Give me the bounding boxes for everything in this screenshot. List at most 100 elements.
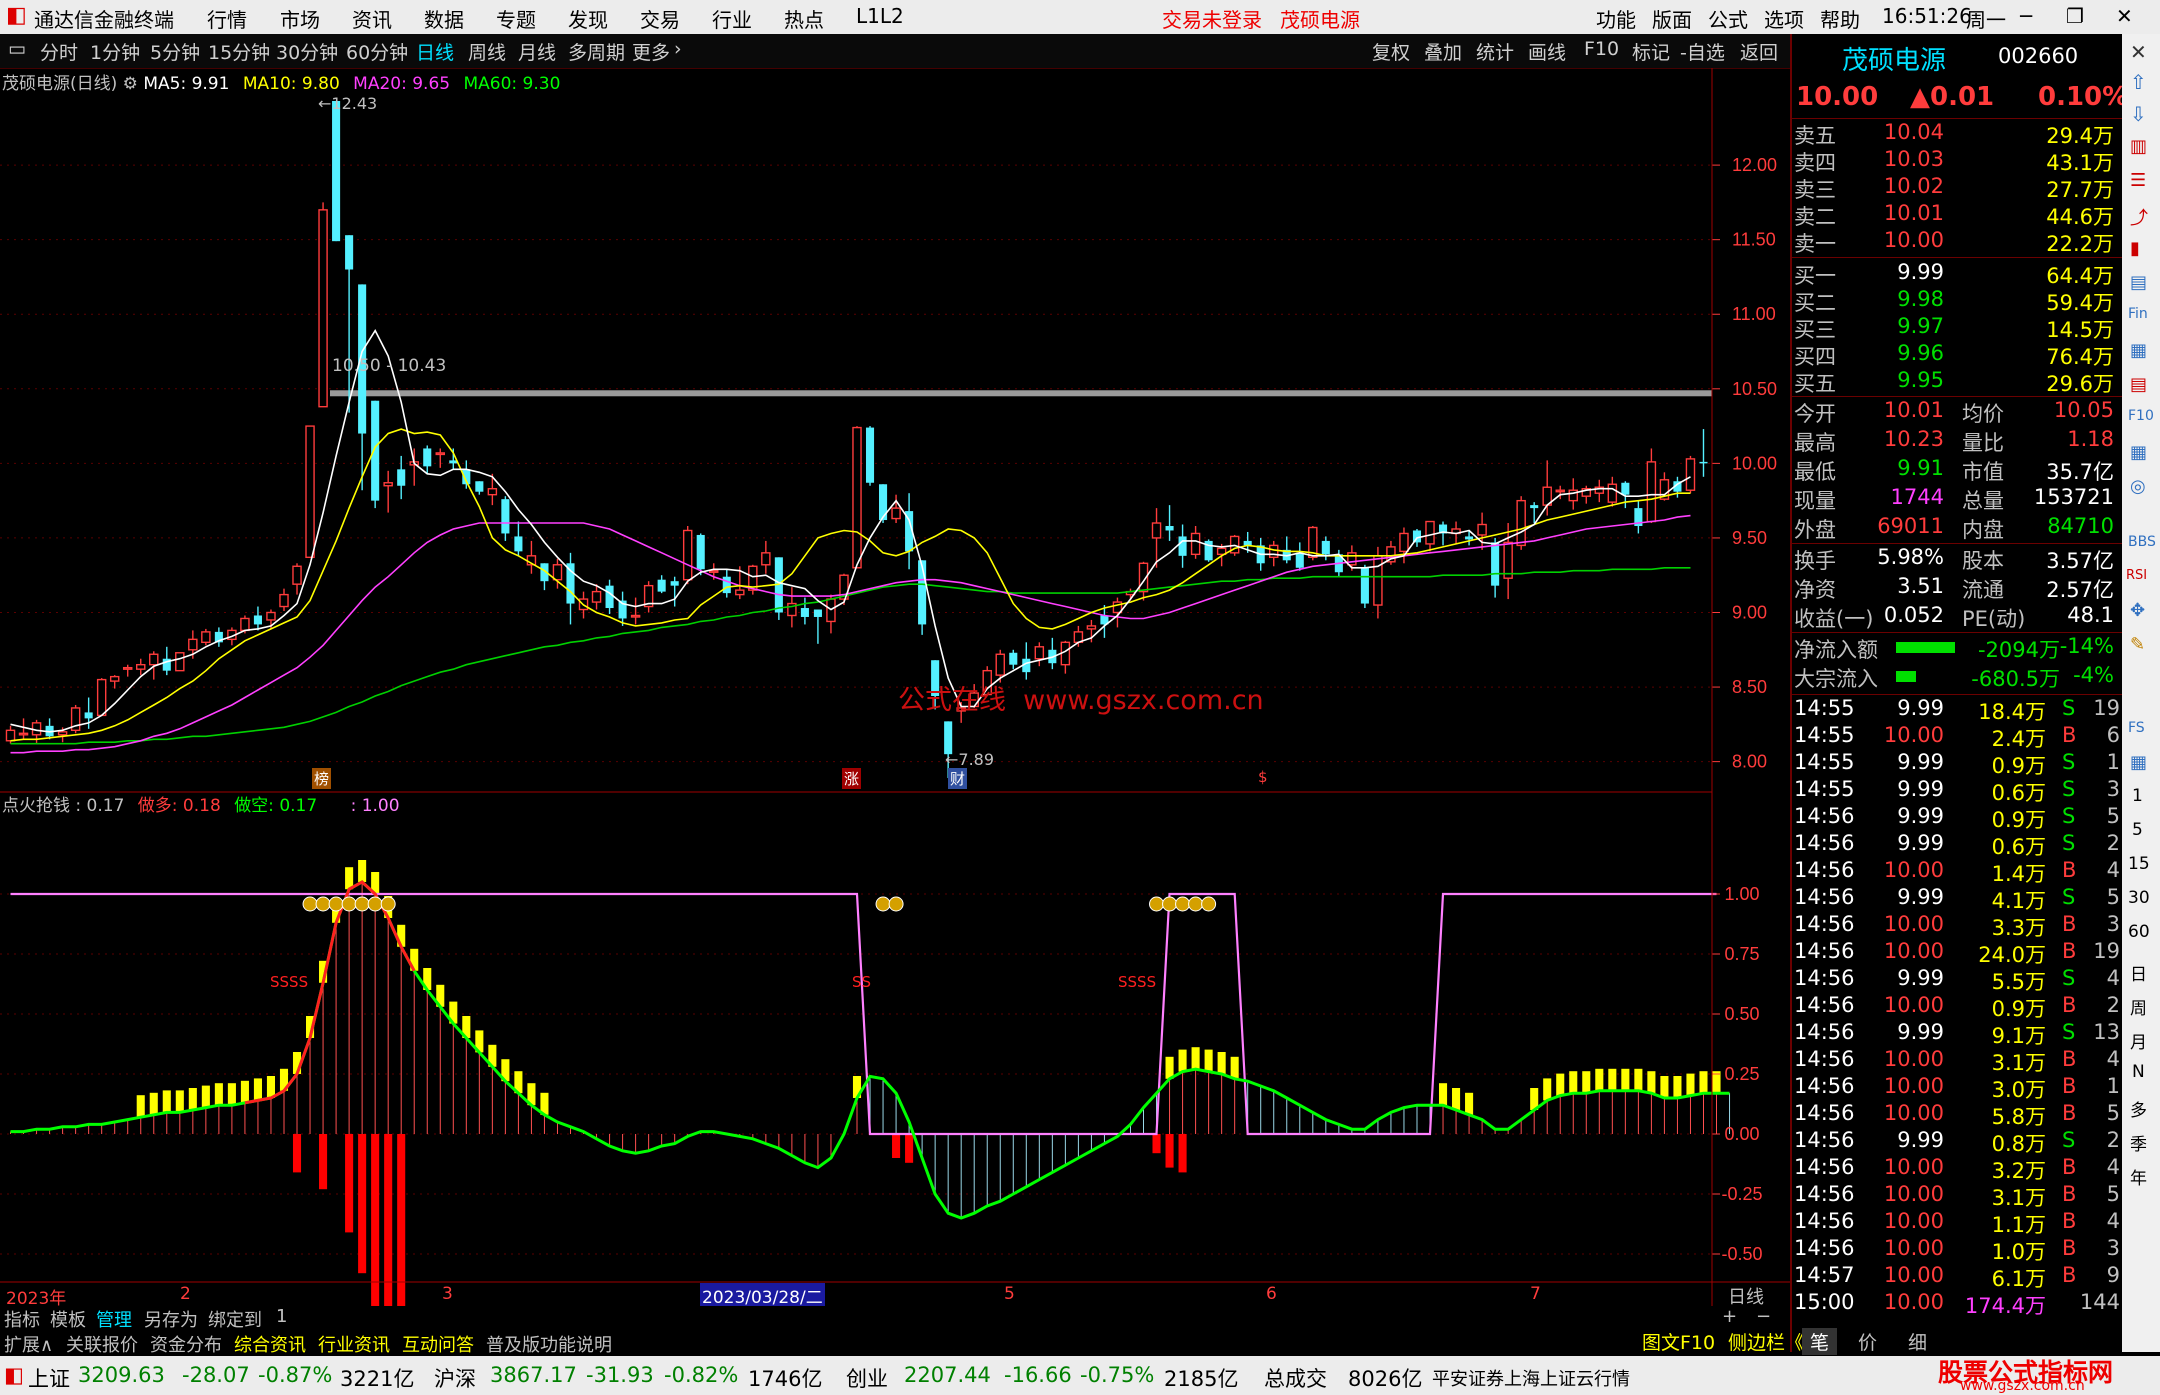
side-year[interactable]: 年	[2130, 1164, 2147, 1189]
period-fenshi[interactable]: 分时	[40, 38, 78, 65]
trade-status[interactable]: 交易未登录	[1162, 4, 1262, 33]
move-icon[interactable]: ✥	[2130, 600, 2145, 621]
side-5[interactable]: 5	[2132, 820, 2143, 840]
close-icon[interactable]: ✕	[2116, 4, 2133, 28]
tab-tuwen-f10[interactable]: 图文F10	[1642, 1328, 1715, 1355]
period-daily[interactable]: 日线	[416, 38, 454, 65]
tool-zixuan[interactable]: -自选	[1680, 38, 1725, 65]
tool-huaxian[interactable]: 画线	[1528, 38, 1566, 65]
ctrl-icon[interactable]: ▭	[8, 38, 26, 60]
minus-icon[interactable]: −	[1756, 1306, 1771, 1330]
chart-type-icon[interactable]: ▥	[2130, 136, 2147, 157]
side-week[interactable]: 周	[2130, 994, 2147, 1019]
tab-kuozhan[interactable]: 扩展∧	[4, 1331, 53, 1356]
tab-zonghe[interactable]: 综合资讯	[234, 1331, 306, 1356]
calc-icon[interactable]: ▦	[2130, 752, 2147, 773]
period-weekly[interactable]: 周线	[468, 38, 506, 65]
period-monthly[interactable]: 月线	[518, 38, 556, 65]
tab-puji[interactable]: 普及版功能说明	[486, 1331, 612, 1356]
gear-icon[interactable]: ⚙	[123, 74, 144, 94]
tab-moban[interactable]: 模板	[50, 1306, 86, 1331]
tab-bi[interactable]: 笔	[1802, 1328, 1838, 1355]
marker-bang[interactable]: 榜	[312, 768, 332, 789]
side-1[interactable]: 1	[2132, 786, 2143, 806]
side-15[interactable]: 15	[2128, 854, 2150, 874]
tab-1[interactable]: 1	[276, 1306, 287, 1330]
menu-gongshi[interactable]: 公式	[1708, 4, 1748, 33]
sz-name[interactable]: 沪深	[434, 1363, 476, 1393]
tab-lingcunwei[interactable]: 另存为	[144, 1306, 198, 1331]
close-side-icon[interactable]: ✕	[2130, 40, 2147, 64]
side-month[interactable]: 月	[2130, 1028, 2147, 1053]
menu-gongneng[interactable]: 功能	[1596, 4, 1636, 33]
rsi-icon[interactable]: RSI	[2126, 568, 2147, 583]
tool-fuquan[interactable]: 复权	[1372, 38, 1410, 65]
menu-redian[interactable]: 热点	[784, 4, 824, 33]
circle-icon[interactable]: ◎	[2130, 476, 2146, 497]
period-30min[interactable]: 30分钟	[276, 38, 338, 65]
period-60min[interactable]: 60分钟	[346, 38, 408, 65]
tick-list[interactable]: 14:55 9.99 18.4万 S 19 14:55 10.00 2.4万 B 6 14:55 9.…	[1792, 696, 2122, 1346]
period-1min[interactable]: 1分钟	[90, 38, 140, 65]
side-30[interactable]: 30	[2128, 888, 2150, 908]
tab-bangdingdao[interactable]: 绑定到	[208, 1306, 262, 1331]
menu-xuanxiang[interactable]: 选项	[1764, 4, 1804, 33]
indicator-name[interactable]: 点火抢钱	[2, 796, 70, 816]
f10-icon[interactable]: F10	[2128, 408, 2154, 424]
arrow-down-icon[interactable]: ⇩	[2130, 102, 2147, 126]
menu-l1l2[interactable]: L1L2	[856, 4, 904, 28]
side-day[interactable]: 日	[2130, 960, 2147, 985]
menu-zixun[interactable]: 资讯	[352, 4, 392, 33]
side-season[interactable]: 季	[2130, 1130, 2147, 1155]
fin-icon[interactable]: Fin	[2128, 306, 2148, 322]
grid-icon[interactable]: ▦	[2130, 340, 2147, 361]
window-icon[interactable]: ▤	[2130, 272, 2147, 293]
tab-guanlian[interactable]: 关联报价	[66, 1331, 138, 1356]
trend-icon[interactable]: ⤴	[2130, 204, 2148, 230]
tab-jia[interactable]: 价	[1858, 1328, 1877, 1355]
cy-name[interactable]: 创业	[846, 1363, 888, 1393]
tool-fanhui[interactable]: 返回	[1740, 38, 1778, 65]
pencil-icon[interactable]: ✎	[2130, 634, 2145, 655]
menu-hangye[interactable]: 行业	[712, 4, 752, 33]
kline-chart-area[interactable]: 12.00 11.50 11.00 10.50 10.00 9.50 9.00 8.50 8.0…	[0, 68, 1790, 1306]
menu-banmian[interactable]: 版面	[1652, 4, 1692, 33]
candle-icon[interactable]: ▮	[2130, 238, 2140, 259]
tab-hangye[interactable]: 行业资讯	[318, 1331, 390, 1356]
tool-biaoji[interactable]: 标记	[1632, 38, 1670, 65]
menu-jiaoyi[interactable]: 交易	[640, 4, 680, 33]
tool-diejia[interactable]: 叠加	[1424, 38, 1462, 65]
fs-icon[interactable]: FS	[2128, 720, 2145, 736]
tool-tongji[interactable]: 统计	[1476, 38, 1514, 65]
tab-xi[interactable]: 细	[1908, 1328, 1927, 1355]
menu-bangzhu[interactable]: 帮助	[1820, 4, 1860, 33]
plus-icon[interactable]: +	[1722, 1306, 1737, 1330]
period-more[interactable]: 更多	[632, 38, 670, 65]
restore-icon[interactable]: ❐	[2066, 4, 2084, 28]
side-60[interactable]: 60	[2128, 922, 2150, 942]
menu-hangqing[interactable]: 行情	[207, 4, 247, 33]
marker-cai[interactable]: 财	[948, 768, 968, 789]
side-n[interactable]: N	[2132, 1062, 2145, 1082]
chevron-right-icon[interactable]: ›	[674, 38, 682, 60]
menu-shuju[interactable]: 数据	[424, 4, 464, 33]
menu-zhuanti[interactable]: 专题	[496, 4, 536, 33]
sh-name[interactable]: 上证	[28, 1363, 70, 1393]
tab-zijin[interactable]: 资金分布	[150, 1331, 222, 1356]
period-5min[interactable]: 5分钟	[150, 38, 200, 65]
table-icon[interactable]: ▦	[2130, 442, 2147, 463]
broker-name[interactable]: 平安证券上海上证云行情	[1432, 1365, 1630, 1391]
menu-shichang[interactable]: 市场	[280, 4, 320, 33]
tab-hudong[interactable]: 互动问答	[402, 1331, 474, 1356]
doc-icon[interactable]: ▤	[2130, 374, 2147, 395]
tab-zhibiao[interactable]: 指标	[4, 1306, 40, 1331]
side-multi[interactable]: 多	[2130, 1096, 2147, 1121]
bbs-icon[interactable]: BBS	[2128, 534, 2156, 550]
tab-sidebar[interactable]: 侧边栏《	[1728, 1328, 1804, 1355]
marker-dollar[interactable]: $	[1258, 768, 1268, 786]
tab-guanli[interactable]: 管理	[96, 1306, 132, 1331]
arrow-up-icon[interactable]: ⇧	[2130, 70, 2147, 94]
menu-faxian[interactable]: 发现	[568, 4, 608, 33]
marker-zhang[interactable]: 涨	[842, 768, 862, 789]
period-multi[interactable]: 多周期	[568, 38, 625, 65]
